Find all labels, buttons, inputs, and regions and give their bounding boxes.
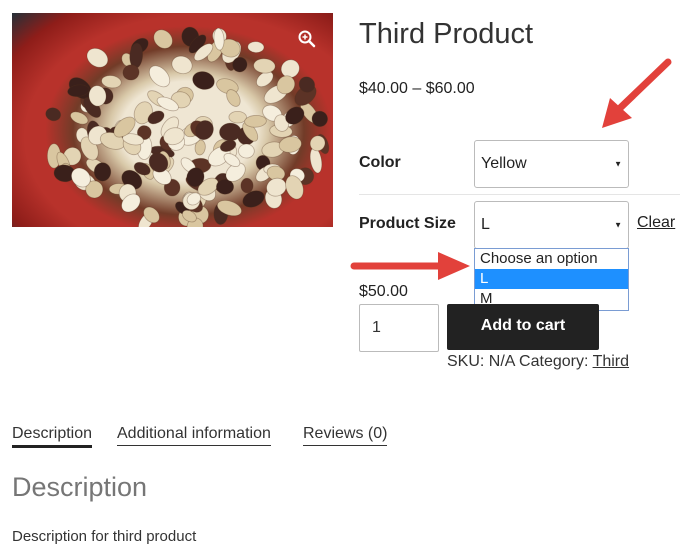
category-link[interactable]: Third [593, 353, 629, 370]
quantity-input[interactable]: 1 [359, 304, 439, 352]
color-select-value: Yellow [481, 155, 527, 172]
nut-shape [148, 65, 171, 88]
color-select[interactable]: Yellow ▼ [474, 140, 629, 188]
nut-shape [192, 71, 215, 90]
product-size-select[interactable]: L ▼ [474, 201, 629, 249]
color-label: Color [359, 154, 401, 171]
category-label: Category: [519, 353, 589, 370]
dropdown-option[interactable]: Choose an option [475, 249, 628, 269]
tab-description[interactable]: Description [12, 425, 93, 448]
product-image[interactable] [12, 13, 333, 227]
tab-additional-information[interactable]: Additional information [117, 425, 271, 446]
nut-shape [93, 162, 112, 182]
sku-label: SKU: [447, 353, 485, 370]
nut-shape [153, 29, 173, 49]
add-to-cart-button[interactable]: Add to cart [447, 304, 599, 350]
magnifier-plus-icon[interactable] [297, 29, 317, 49]
product-meta: SKU: N/A Category: Third [447, 353, 629, 371]
product-size-dropdown[interactable]: Choose an option L M [474, 248, 629, 311]
product-size-select-value: L [481, 216, 490, 233]
description-text: Description for third product [12, 528, 197, 545]
tab-reviews[interactable]: Reviews (0) [303, 425, 388, 446]
nut-shape [45, 107, 62, 122]
description-heading: Description [12, 472, 148, 502]
nut-shape [253, 58, 276, 74]
nut-shape [247, 41, 265, 54]
nut-shape [86, 47, 109, 68]
variation-price: $50.00 [359, 283, 408, 300]
variation-divider [359, 194, 680, 195]
caret-down-icon: ▼ [614, 220, 622, 230]
nut-shape [238, 143, 255, 159]
caret-down-icon: ▼ [614, 159, 622, 169]
clear-variations-link[interactable]: Clear [637, 214, 675, 232]
nut-shape [228, 110, 247, 124]
annotation-arrow-icon [350, 252, 470, 280]
product-title: Third Product [359, 18, 534, 50]
product-price-range: $40.00 – $60.00 [359, 80, 475, 97]
product-size-label: Product Size [359, 215, 456, 232]
nut-shape [101, 75, 122, 89]
nut-shape [240, 177, 254, 194]
dropdown-option-selected[interactable]: L [475, 269, 628, 289]
nuts-illustration [45, 26, 330, 227]
nut-shape [244, 114, 267, 128]
annotation-arrow-icon [602, 58, 672, 128]
sku-value: N/A [488, 353, 515, 370]
nut-shape [171, 55, 193, 75]
